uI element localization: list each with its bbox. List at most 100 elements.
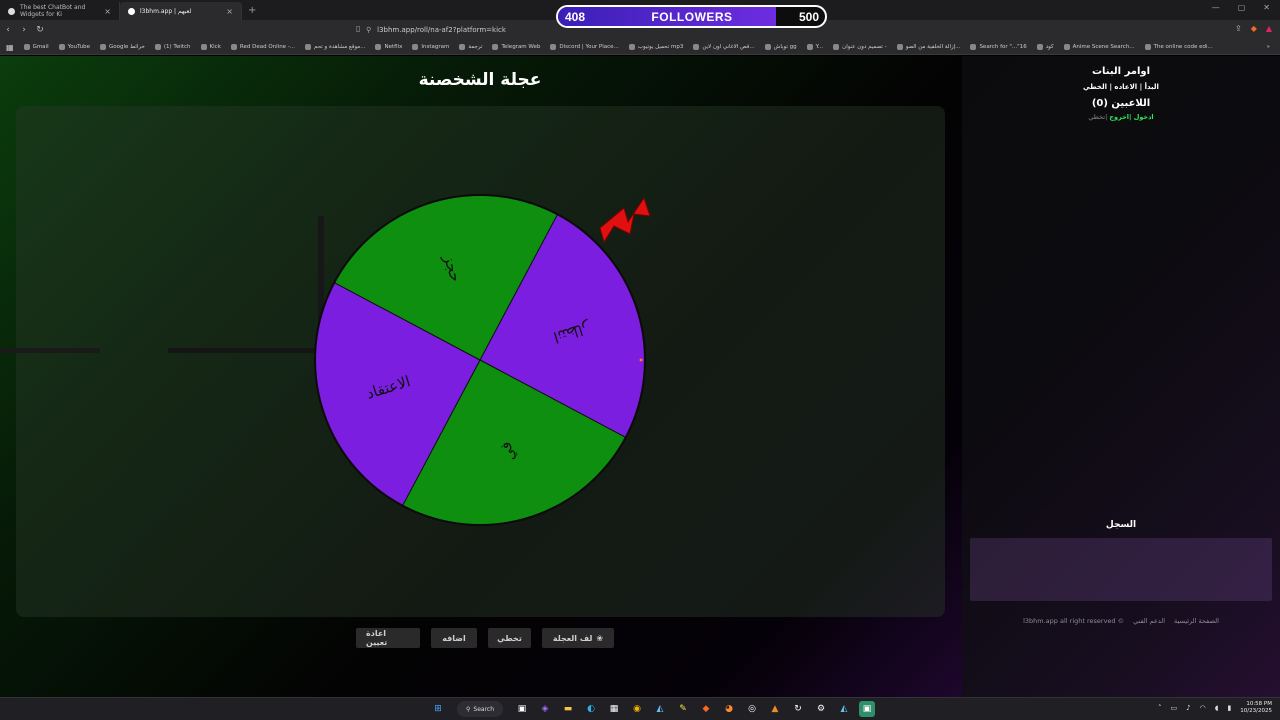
bookmark-item[interactable]: Instagram xyxy=(412,44,449,50)
forward-icon[interactable]: › xyxy=(16,25,32,35)
bookmark-item[interactable]: موقع مشاهدة و تحم... xyxy=(305,44,365,50)
reassign-button[interactable]: اعادة تعيين xyxy=(356,628,420,648)
task-view-icon[interactable]: ▣ xyxy=(514,701,530,717)
clock[interactable]: 10:58 PM 10/23/2025 xyxy=(1240,701,1272,715)
bookmark-label: Search for "..."16 xyxy=(979,44,1027,50)
close-window-icon[interactable]: ✕ xyxy=(1263,3,1270,12)
minimize-icon[interactable]: — xyxy=(1212,3,1220,12)
commands-sidebar: اوامر البنات البدأ | الاعاده | الخطي الل… xyxy=(962,56,1280,697)
file-explorer-icon[interactable]: ▬ xyxy=(560,701,576,717)
settings-icon[interactable]: ⚙ xyxy=(813,701,829,717)
sync-icon[interactable]: ↻ xyxy=(790,701,806,717)
bookmark-item[interactable]: قص الاغاني اون لاين... xyxy=(693,44,755,50)
taskbar-search[interactable]: ⚲ Search xyxy=(457,701,503,717)
bookmark-item[interactable]: إزالة الخلفية من الصو... xyxy=(896,44,960,50)
exit-link[interactable]: اخروج xyxy=(1109,113,1129,121)
browser-tab[interactable]: The best ChatBot and Widgets for Ki × xyxy=(0,2,120,20)
bookmark-item[interactable]: Anime Scene Search... xyxy=(1063,44,1135,50)
more-bookmarks-icon[interactable]: » xyxy=(1267,44,1270,50)
steam-icon-2[interactable]: ◭ xyxy=(836,701,852,717)
bookmark-item[interactable]: كود xyxy=(1036,44,1054,50)
footer-copyright: l3bhm.app all right reserved © xyxy=(1023,617,1125,625)
clock-date: 10/23/2025 xyxy=(1240,708,1272,714)
footer-support-link[interactable]: الدعم الفني xyxy=(1133,617,1165,625)
join-link[interactable]: ادخول xyxy=(1134,113,1154,121)
wifi-icon[interactable]: ◠ xyxy=(1200,704,1206,712)
reload-icon[interactable]: ↻ xyxy=(32,25,48,35)
bookmark-item[interactable]: (1) Twitch xyxy=(154,44,191,50)
bookmark-item[interactable]: Gmail xyxy=(23,44,49,50)
followers-current: 408 xyxy=(565,9,586,24)
wheel[interactable]: انتظار في الاعتقاد حجز xyxy=(298,190,668,539)
spin-label: لف العجلة xyxy=(552,633,593,643)
volume-icon[interactable]: ◖ xyxy=(1215,704,1219,712)
bookmark-item[interactable]: تصميم دون عنوان - xyxy=(833,44,887,50)
bookmark-favicon-icon xyxy=(492,44,499,50)
copilot-icon[interactable]: ◈ xyxy=(537,701,553,717)
marker-dot xyxy=(639,358,643,362)
bookmark-favicon-icon xyxy=(764,44,771,50)
pen-app-icon[interactable]: ✎ xyxy=(675,701,691,717)
bookmark-item[interactable]: Y... xyxy=(806,44,823,50)
apps-grid-icon[interactable]: ▦ xyxy=(6,43,14,52)
url-text[interactable]: l3bhm.app/roll/na-af2?platform=kick xyxy=(377,26,506,34)
bookmark-item[interactable]: Discord | Your Place... xyxy=(550,44,619,50)
bookmark-item[interactable]: Google خرائط xyxy=(99,44,145,50)
bookmark-label: Kick xyxy=(209,44,221,50)
taskbar-apps: ⊞ ⚲ Search ▣ ◈ ▬ ◐ ▦ ◉ ◭ ✎ ◆ ◕ ◎ ▲ ↻ ⚙ ◭… xyxy=(430,701,875,717)
steam-icon[interactable]: ◭ xyxy=(652,701,668,717)
bookmark-item[interactable]: Search for "..."16 xyxy=(970,44,1027,50)
active-app-icon[interactable]: ▣ xyxy=(859,701,875,717)
back-icon[interactable]: ‹ xyxy=(0,25,16,35)
rewards-icon[interactable]: ▲ xyxy=(1266,24,1272,33)
bookmark-icon[interactable]: ▯ xyxy=(356,24,360,33)
bookmark-label: (1) Twitch xyxy=(163,44,191,50)
bookmark-item[interactable]: The online code edi... xyxy=(1144,44,1213,50)
obs-icon[interactable]: ◎ xyxy=(744,701,760,717)
bookmark-item[interactable]: Telegram Web xyxy=(492,44,540,50)
store-icon[interactable]: ▦ xyxy=(606,701,622,717)
edge-icon[interactable]: ◐ xyxy=(583,701,599,717)
tab-title: l3bhm.app | لعبهم xyxy=(140,7,192,15)
brave-shield-icon[interactable]: ◆ xyxy=(1251,24,1257,33)
new-tab-icon[interactable]: + xyxy=(248,5,256,16)
mic-icon[interactable]: ♪ xyxy=(1186,704,1190,712)
bookmark-item[interactable]: تحميل يوتيوب mp3 xyxy=(628,44,683,50)
windows-start-icon[interactable]: ⊞ xyxy=(430,701,446,717)
close-icon[interactable]: × xyxy=(104,7,111,16)
spin-wheel-button[interactable]: لف العجلة ❀ xyxy=(542,628,614,648)
network-icon[interactable]: ▭ xyxy=(1171,704,1178,712)
browser-tab-active[interactable]: l3bhm.app | لعبهم × xyxy=(120,2,242,20)
bookmark-label: تصميم دون عنوان - xyxy=(842,44,887,50)
toolbar-right: ⇪ ◆ ▲ xyxy=(1235,24,1272,33)
close-icon[interactable]: × xyxy=(226,7,233,16)
bookmark-item[interactable]: YouTube xyxy=(58,44,90,50)
battery-icon[interactable]: ▮ xyxy=(1227,704,1231,712)
search-icon: ⚲ xyxy=(465,705,471,713)
site-info-icon[interactable]: ⚲ xyxy=(366,26,371,34)
log-box xyxy=(970,538,1272,601)
bookmark-item[interactable]: Red Dead Online -... xyxy=(230,44,295,50)
skip-link[interactable]: تخطي xyxy=(1088,113,1105,121)
bookmark-label: قص الاغاني اون لاين... xyxy=(702,44,755,50)
bookmark-item[interactable]: Kick xyxy=(200,44,221,50)
bookmark-item[interactable]: توباش gg xyxy=(764,44,797,50)
add-button[interactable]: اضافه xyxy=(431,628,477,648)
players-count: اللاعبين (0) xyxy=(1091,98,1151,109)
bookmark-favicon-icon xyxy=(1144,44,1151,50)
share-icon[interactable]: ⇪ xyxy=(1235,24,1242,33)
join-exit-skip: ادخول |اخروج |تخطي xyxy=(1088,113,1154,121)
skip-button[interactable]: تخطي xyxy=(488,628,531,648)
firefox-icon[interactable]: ◕ xyxy=(721,701,737,717)
maximize-icon[interactable]: ▢ xyxy=(1238,3,1246,12)
bookmark-item[interactable]: ترجمة xyxy=(459,44,482,50)
chrome-icon[interactable]: ◉ xyxy=(629,701,645,717)
bookmark-item[interactable]: Netflix xyxy=(375,44,402,50)
brave-icon[interactable]: ◆ xyxy=(698,701,714,717)
footer-home-link[interactable]: الصفحة الرئيسية xyxy=(1174,617,1219,625)
wheel-svg[interactable]: انتظارفيالاعتقادحجز xyxy=(298,190,668,535)
bookmark-favicon-icon xyxy=(58,44,65,50)
vlc-icon[interactable]: ▲ xyxy=(767,701,783,717)
sidebar-commands: البدأ | الاعاده | الخطي xyxy=(1083,83,1159,91)
chevron-up-icon[interactable]: ˄ xyxy=(1158,704,1162,712)
